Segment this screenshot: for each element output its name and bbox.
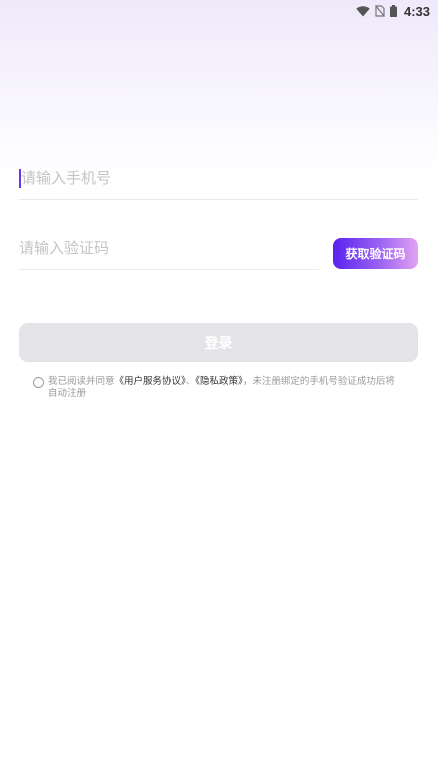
privacy-policy-link[interactable]: 《隐私政策》 xyxy=(195,376,243,387)
status-icons: 4:33 xyxy=(356,2,430,21)
battery-icon xyxy=(389,2,397,21)
phone-input[interactable] xyxy=(19,158,420,198)
agreement-text: 我已阅读并同意《用户服务协议》、《隐私政策》，未注册绑定的手机号验证成功后将自动… xyxy=(48,376,403,400)
text-cursor xyxy=(19,169,21,188)
agree-checkbox[interactable] xyxy=(33,377,44,388)
agreement-separator: 、 xyxy=(185,376,196,387)
agreement: 我已阅读并同意《用户服务协议》、《隐私政策》，未注册绑定的手机号验证成功后将自动… xyxy=(33,376,403,400)
status-time: 4:33 xyxy=(403,4,430,19)
code-input[interactable] xyxy=(19,228,319,268)
no-sim-icon xyxy=(375,2,385,21)
status-bar: 4:33 xyxy=(0,0,438,20)
agreement-prefix: 我已阅读并同意 xyxy=(48,376,115,387)
wifi-icon xyxy=(356,2,370,21)
user-agreement-link[interactable]: 《用户服务协议》 xyxy=(115,376,186,387)
login-button[interactable]: 登录 xyxy=(19,323,418,362)
get-code-button[interactable]: 获取验证码 xyxy=(333,238,418,269)
phone-field[interactable] xyxy=(19,158,420,200)
code-field[interactable] xyxy=(19,228,319,270)
